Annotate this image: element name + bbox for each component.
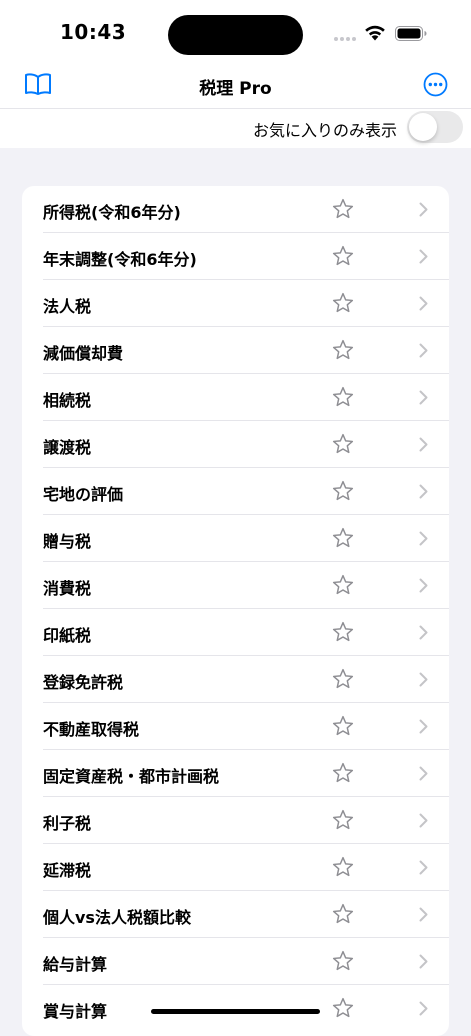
list-item[interactable]: 年末調整(令和6年分): [22, 233, 449, 280]
list-item[interactable]: 消費税: [22, 562, 449, 609]
list-item-label: 個人vs法人税額比較: [43, 908, 191, 927]
list-item[interactable]: 不動産取得税: [22, 703, 449, 750]
list-item-label: 宅地の評価: [43, 485, 124, 504]
cellular-signal-icon: [334, 37, 358, 42]
status-bar: 10:43: [0, 0, 471, 64]
list-item[interactable]: 給与計算: [22, 938, 449, 985]
favorites-filter-label: お気に入りのみ表示: [252, 121, 397, 140]
list-item-label: 年末調整(令和6年分): [43, 250, 197, 269]
list-item[interactable]: 法人税: [22, 280, 449, 327]
list-item-label: 贈与税: [43, 532, 92, 551]
list-item[interactable]: 譲渡税: [22, 421, 449, 468]
favorites-only-toggle[interactable]: [407, 111, 463, 143]
toggle-knob: [409, 113, 437, 141]
battery-icon: [395, 26, 427, 41]
list-item-label: 登録免許税: [43, 673, 124, 692]
home-indicator: [151, 1009, 320, 1014]
list-item-label: 賞与計算: [43, 1002, 108, 1021]
list-item[interactable]: 所得税(令和6年分): [22, 186, 449, 233]
navigation-bar: 税理 Pro: [0, 64, 471, 108]
list-item-label: 固定資産税・都市計画税: [43, 767, 220, 786]
wifi-icon: [365, 25, 385, 41]
status-time: 10:43: [60, 20, 127, 44]
tax-category-list: 所得税(令和6年分) 年末調整(令和6年分) 法人税減価償却費相続税譲渡税宅地の評価…: [22, 186, 449, 1036]
list-item[interactable]: 相続税: [22, 374, 449, 421]
list-item-label: 延滞税: [43, 861, 92, 880]
list-item-label: 不動産取得税: [43, 720, 140, 739]
list-item-label: 利子税: [43, 814, 92, 833]
list-item-label: 相続税: [43, 391, 92, 410]
header-area: 10:43 税理 Pro お気に入りのみ表示: [0, 0, 471, 148]
page-title: 税理 Pro: [199, 79, 272, 99]
list-item[interactable]: 宅地の評価: [22, 468, 449, 515]
list-item-label: 譲渡税: [43, 438, 92, 457]
dynamic-island: [168, 15, 303, 55]
list-item[interactable]: 利子税: [22, 797, 449, 844]
list-item[interactable]: 減価償却費: [22, 327, 449, 374]
list-item[interactable]: 固定資産税・都市計画税: [22, 750, 449, 797]
favorites-filter-row: お気に入りのみ表示: [0, 109, 471, 148]
list-item-label: 給与計算: [43, 955, 108, 974]
list-item[interactable]: 贈与税: [22, 515, 449, 562]
list-item[interactable]: 印紙税: [22, 609, 449, 656]
list-item-label: 印紙税: [43, 626, 92, 645]
list-item-label: 減価償却費: [43, 344, 124, 363]
list-item-label: 所得税(令和6年分): [43, 203, 181, 222]
list-item[interactable]: 個人vs法人税額比較: [22, 891, 449, 938]
ellipsis-circle-icon[interactable]: [423, 72, 448, 97]
list-item[interactable]: 登録免許税: [22, 656, 449, 703]
list-item-label: 法人税: [43, 297, 92, 316]
list-item-label: 消費税: [43, 579, 92, 598]
list-item[interactable]: 延滞税: [22, 844, 449, 891]
